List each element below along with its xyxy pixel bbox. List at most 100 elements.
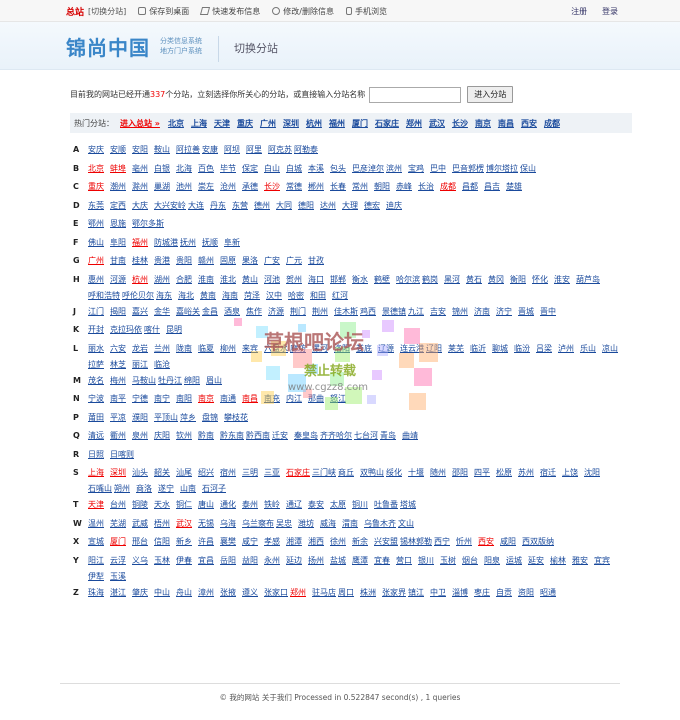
- city-link[interactable]: 新乡: [176, 534, 198, 550]
- city-link[interactable]: 保定: [242, 161, 264, 177]
- city-link[interactable]: 呼伦贝尔: [122, 288, 156, 304]
- city-link[interactable]: 铜川: [352, 497, 374, 513]
- city-link[interactable]: 辽源: [378, 341, 400, 357]
- city-link[interactable]: 临夏: [198, 341, 220, 357]
- city-link[interactable]: 贵阳: [176, 253, 198, 269]
- city-link[interactable]: 驻马店: [312, 585, 338, 601]
- city-link[interactable]: 宿州: [220, 465, 242, 481]
- city-link[interactable]: 商丘: [338, 465, 360, 481]
- city-link[interactable]: 巴中: [430, 161, 452, 177]
- city-link[interactable]: 巴音郭楞: [452, 161, 486, 177]
- city-link[interactable]: 泰安: [308, 497, 330, 513]
- city-link[interactable]: 焦作: [246, 304, 268, 320]
- site-logo[interactable]: 锦尚中国: [66, 32, 150, 61]
- city-link[interactable]: 西安: [478, 534, 500, 550]
- city-link[interactable]: 铜仁: [176, 497, 198, 513]
- login-link[interactable]: 登录: [602, 7, 618, 16]
- city-link[interactable]: 上饶: [562, 465, 584, 481]
- city-link[interactable]: 临沧: [154, 357, 176, 373]
- city-link[interactable]: 湘潭: [286, 534, 308, 550]
- city-link[interactable]: 福州: [132, 235, 154, 251]
- city-link[interactable]: 南平: [110, 391, 132, 407]
- city-link[interactable]: 玉林: [154, 553, 176, 569]
- city-link[interactable]: 固原: [220, 253, 242, 269]
- city-link[interactable]: 蚌埠: [110, 161, 132, 177]
- city-link[interactable]: 汕头: [132, 465, 154, 481]
- city-link[interactable]: 温州: [88, 516, 110, 532]
- city-link[interactable]: 阿坝: [224, 142, 246, 158]
- city-link[interactable]: 九江: [408, 304, 430, 320]
- city-link[interactable]: 昌吉: [484, 179, 506, 195]
- city-link[interactable]: 襄樊: [220, 534, 242, 550]
- city-link[interactable]: 镇江: [408, 585, 430, 601]
- city-link[interactable]: 肇庆: [132, 585, 154, 601]
- city-link[interactable]: 宿迁: [540, 465, 562, 481]
- city-link[interactable]: 昌都: [462, 179, 484, 195]
- city-link[interactable]: 泉州: [132, 428, 154, 444]
- hot-city-link[interactable]: 福州: [329, 118, 345, 129]
- city-link[interactable]: 周口: [338, 585, 360, 601]
- city-link[interactable]: 中卫: [430, 585, 452, 601]
- city-link[interactable]: 七台河: [354, 428, 380, 444]
- city-link[interactable]: 陇南: [176, 341, 198, 357]
- city-link[interactable]: 漳州: [198, 585, 220, 601]
- city-link[interactable]: 苏州: [518, 465, 540, 481]
- city-link[interactable]: 遵义: [242, 585, 264, 601]
- city-link[interactable]: 荆门: [290, 304, 312, 320]
- city-link[interactable]: 营口: [396, 553, 418, 569]
- city-link[interactable]: 三明: [242, 465, 264, 481]
- city-link[interactable]: 曲靖: [402, 428, 424, 444]
- city-link[interactable]: 长春: [330, 179, 352, 195]
- city-link[interactable]: 玉树: [440, 553, 462, 569]
- city-link[interactable]: 平顶山: [154, 410, 180, 426]
- city-link[interactable]: 揭阳: [110, 304, 132, 320]
- city-link[interactable]: 玉溪: [110, 569, 132, 585]
- city-link[interactable]: 杭州: [132, 272, 154, 288]
- city-link[interactable]: 甘南: [110, 253, 132, 269]
- city-link[interactable]: 林芝: [110, 357, 132, 373]
- city-link[interactable]: 马鞍山: [132, 373, 158, 389]
- city-link[interactable]: 盐城: [330, 553, 352, 569]
- city-link[interactable]: 上海: [88, 465, 110, 481]
- city-link[interactable]: 济南: [474, 304, 496, 320]
- city-link[interactable]: 铁岭: [264, 497, 286, 513]
- city-link[interactable]: 枣庄: [474, 585, 496, 601]
- mobile-browse-link[interactable]: 手机浏览: [345, 6, 387, 17]
- city-link[interactable]: 聊城: [492, 341, 514, 357]
- city-link[interactable]: 鸡西: [360, 304, 382, 320]
- city-link[interactable]: 濮阳: [132, 410, 154, 426]
- city-link[interactable]: 承德: [242, 179, 264, 195]
- city-link[interactable]: 秦皇岛: [294, 428, 320, 444]
- city-link[interactable]: 梧州: [154, 516, 176, 532]
- city-link[interactable]: 阿克苏: [268, 142, 294, 158]
- city-link[interactable]: 拉萨: [88, 357, 110, 373]
- city-link[interactable]: 阳江: [88, 553, 110, 569]
- city-link[interactable]: 德州: [254, 198, 276, 214]
- city-link[interactable]: 西双版纳: [522, 534, 556, 550]
- city-link[interactable]: 宁德: [132, 391, 154, 407]
- city-link[interactable]: 阿勒泰: [294, 142, 320, 158]
- city-link[interactable]: 广州: [88, 253, 110, 269]
- hot-city-link[interactable]: 厦门: [352, 118, 368, 129]
- city-link[interactable]: 广安: [264, 253, 286, 269]
- city-link[interactable]: 恩施: [110, 216, 132, 232]
- city-link[interactable]: 自贡: [496, 585, 518, 601]
- city-link[interactable]: 乌兰察布: [242, 516, 276, 532]
- city-link[interactable]: 本溪: [308, 161, 330, 177]
- city-link[interactable]: 哈尔滨: [396, 272, 422, 288]
- city-link[interactable]: 衢州: [110, 428, 132, 444]
- city-link[interactable]: 兰州: [154, 341, 176, 357]
- city-link[interactable]: 佛山: [88, 235, 110, 251]
- city-link[interactable]: 银川: [418, 553, 440, 569]
- city-link[interactable]: 巴彦淖尔: [352, 161, 386, 177]
- city-link[interactable]: 汕尾: [176, 465, 198, 481]
- city-link[interactable]: 大理: [342, 198, 364, 214]
- city-link[interactable]: 毕节: [220, 161, 242, 177]
- city-link[interactable]: 文山: [398, 516, 420, 532]
- city-link[interactable]: 呼和浩特: [88, 288, 122, 304]
- city-link[interactable]: 酒泉: [224, 304, 246, 320]
- city-link[interactable]: 资阳: [518, 585, 540, 601]
- city-link[interactable]: 石河子: [202, 481, 228, 497]
- city-link[interactable]: 珠海: [88, 585, 110, 601]
- city-link[interactable]: 锦州: [452, 304, 474, 320]
